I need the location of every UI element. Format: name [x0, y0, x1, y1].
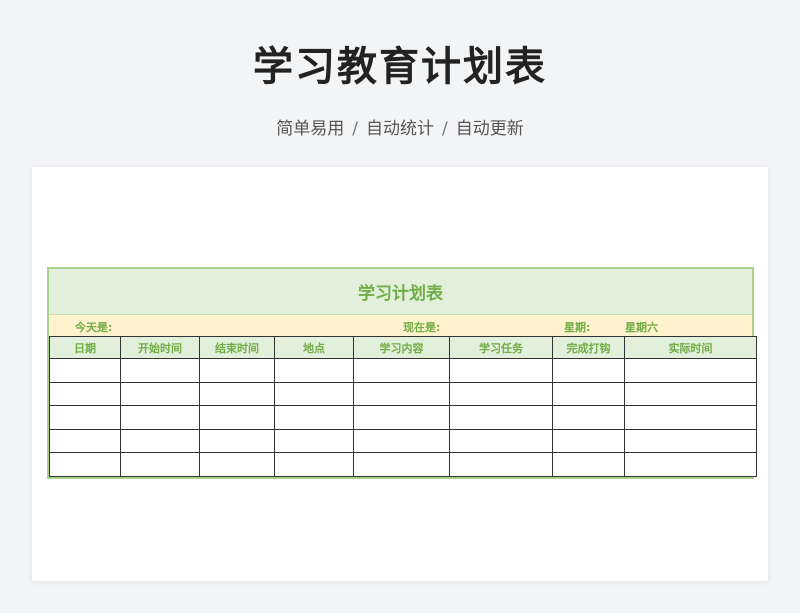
table-cell[interactable]: [624, 452, 757, 477]
table-cell[interactable]: [449, 381, 553, 407]
table-cell[interactable]: [353, 405, 450, 430]
table-cell[interactable]: [120, 381, 200, 407]
table-cell[interactable]: [449, 405, 553, 430]
subtitle-separator: /: [442, 119, 448, 139]
table-cell[interactable]: [120, 405, 200, 430]
table-cell[interactable]: [624, 428, 757, 454]
table-cell[interactable]: [353, 452, 450, 477]
table-row: [49, 381, 757, 407]
table-cell[interactable]: [274, 381, 354, 407]
subtitle-item-auto-stats: 自动统计: [366, 119, 434, 139]
table-cell[interactable]: [274, 452, 354, 477]
table-cell[interactable]: [353, 358, 450, 383]
table-cell[interactable]: [552, 405, 625, 430]
table-cell[interactable]: [449, 452, 553, 477]
table-header-row: 日期 开始时间 结束时间 地点 学习内容 学习任务 完成打钩 实际时间: [49, 336, 757, 359]
table-cell[interactable]: [552, 358, 625, 383]
column-header-start-time: 开始时间: [120, 336, 200, 359]
table-cell[interactable]: [120, 428, 200, 454]
sheet-title: 学习计划表: [49, 269, 752, 315]
info-row: 今天是: 现在是: 星期: 星期六: [49, 315, 752, 336]
table-cell[interactable]: [274, 358, 354, 383]
table-row: [49, 452, 757, 477]
table-cell[interactable]: [49, 381, 121, 407]
table-cell[interactable]: [624, 405, 757, 430]
table-cell[interactable]: [552, 452, 625, 477]
subtitle-separator: /: [352, 119, 358, 139]
table-cell[interactable]: [199, 452, 275, 477]
table-cell[interactable]: [274, 405, 354, 430]
subtitle-item-simple: 简单易用: [276, 119, 345, 139]
column-header-actual-time: 实际时间: [624, 336, 757, 359]
table-cell[interactable]: [120, 452, 200, 477]
table-cell[interactable]: [353, 428, 450, 454]
table-cell[interactable]: [199, 428, 275, 454]
table-cell[interactable]: [49, 452, 121, 477]
table-cell[interactable]: [624, 358, 757, 383]
preview-card: 学习计划表 今天是: 现在是: 星期: 星期六 日期 开始时间 结束时间 地点 …: [32, 167, 768, 581]
page-title: 学习教育计划表: [253, 44, 547, 90]
table-cell[interactable]: [449, 428, 553, 454]
table-row: [49, 358, 757, 383]
table-cell[interactable]: [199, 358, 275, 383]
table-cell[interactable]: [274, 428, 354, 454]
table-cell[interactable]: [49, 405, 121, 430]
column-header-date: 日期: [49, 336, 121, 359]
table-cell[interactable]: [120, 358, 200, 383]
column-header-done-check: 完成打钩: [552, 336, 625, 359]
today-label: 今天是:: [75, 321, 113, 334]
spreadsheet: 学习计划表 今天是: 现在是: 星期: 星期六 日期 开始时间 结束时间 地点 …: [47, 267, 757, 479]
table-cell[interactable]: [49, 358, 121, 383]
subtitle-item-auto-update: 自动更新: [455, 119, 524, 139]
plan-table: 日期 开始时间 结束时间 地点 学习内容 学习任务 完成打钩 实际时间: [49, 336, 757, 477]
column-header-task: 学习任务: [449, 336, 553, 359]
table-body: [49, 358, 757, 477]
table-row: [49, 428, 757, 454]
now-label: 现在是:: [403, 321, 441, 334]
table-cell[interactable]: [552, 381, 625, 407]
column-header-end-time: 结束时间: [199, 336, 275, 359]
table-cell[interactable]: [353, 381, 450, 407]
table-cell[interactable]: [49, 428, 121, 454]
subtitle: 简单易用 / 自动统计 / 自动更新: [0, 114, 800, 139]
table-cell[interactable]: [449, 358, 553, 383]
table-cell[interactable]: [199, 381, 275, 407]
column-header-location: 地点: [274, 336, 354, 359]
column-header-content: 学习内容: [353, 336, 450, 359]
table-cell[interactable]: [624, 381, 757, 407]
table-cell[interactable]: [199, 405, 275, 430]
weekday-value: 星期六: [625, 321, 658, 334]
table-cell[interactable]: [552, 428, 625, 454]
weekday-label: 星期:: [564, 321, 591, 334]
table-row: [49, 405, 757, 430]
